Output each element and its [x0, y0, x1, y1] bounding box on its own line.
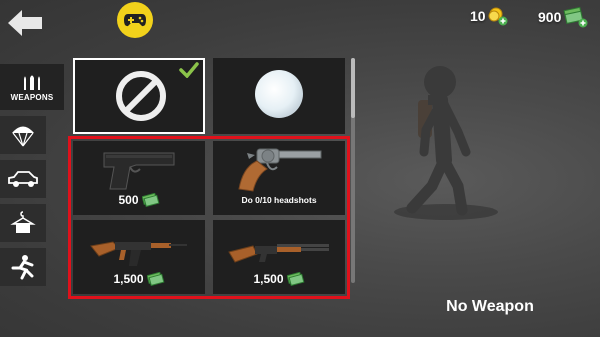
gamepad-button[interactable]	[117, 2, 153, 38]
pose-icon	[11, 255, 34, 280]
tab-weapons[interactable]: WEAPONS	[0, 64, 64, 110]
tab-weapons-label: WEAPONS	[10, 92, 54, 102]
tab-poses[interactable]	[0, 248, 46, 286]
cash-icon	[141, 193, 159, 207]
no-weapon-icon	[116, 71, 166, 121]
revolver-requirement: Do 0/10 headshots	[241, 195, 317, 205]
coin-plus-icon	[488, 7, 508, 26]
back-button[interactable]	[6, 8, 44, 38]
pistol-price: 500	[118, 193, 159, 207]
ak47-price-value: 1,500	[113, 272, 144, 286]
shirt-icon	[10, 211, 36, 233]
tab-parachute[interactable]	[0, 116, 46, 154]
pistol-icon	[103, 152, 175, 190]
shotgun-price-value: 1,500	[253, 272, 284, 286]
car-icon	[8, 171, 38, 187]
pistol-price-value: 500	[118, 193, 139, 207]
weapon-slot-none[interactable]	[73, 58, 205, 134]
ak47-price: 1,500	[113, 272, 164, 286]
coins-amount: 10	[470, 8, 486, 24]
weapon-slot-pistol[interactable]: 500	[73, 141, 205, 215]
stickman-character	[394, 66, 498, 220]
tab-outfit[interactable]	[0, 204, 46, 242]
parachute-icon	[12, 126, 34, 147]
tab-vehicle[interactable]	[0, 160, 46, 198]
ak47-icon	[90, 241, 187, 266]
preview-status: No Weapon	[446, 298, 534, 315]
cash-icon	[146, 272, 164, 286]
snowball-icon	[255, 70, 303, 118]
back-arrow-icon	[8, 10, 42, 36]
cash-plus-icon	[563, 6, 588, 28]
weapon-slot-revolver[interactable]: Do 0/10 headshots	[213, 141, 345, 215]
weapon-slot-ak47[interactable]: 1,500	[73, 220, 205, 294]
grid-scroll-thumb[interactable]	[351, 58, 355, 118]
weapon-slot-snowball[interactable]	[213, 58, 345, 134]
coins-counter[interactable]: 10	[470, 6, 508, 26]
revolver-icon	[238, 148, 322, 192]
gamepad-icon	[124, 14, 146, 27]
check-icon	[179, 62, 199, 78]
category-sidebar: WEAPONS	[0, 64, 64, 292]
shotgun-price: 1,500	[253, 272, 304, 286]
cash-icon	[286, 272, 304, 286]
cash-counter[interactable]: 900	[538, 6, 589, 28]
bullets-icon	[24, 75, 40, 90]
weapon-slot-shotgun[interactable]: 1,500	[213, 220, 345, 294]
cash-amount: 900	[538, 9, 562, 25]
shotgun-icon	[228, 244, 329, 263]
